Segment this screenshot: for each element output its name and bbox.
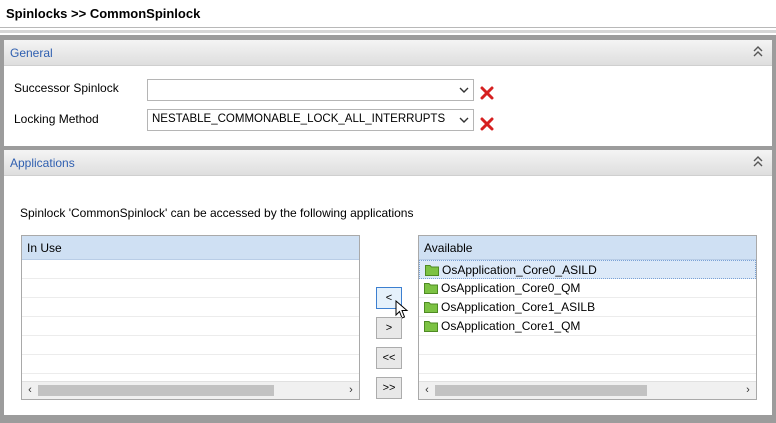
- general-section: General Successor Spinlock Locking Metho…: [4, 40, 772, 146]
- list-item-available[interactable]: OsApplication_Core0_QM: [419, 279, 756, 298]
- folder-icon: [424, 301, 438, 313]
- successor-spinlock-combo[interactable]: [147, 79, 474, 101]
- available-header-label: Available: [424, 241, 473, 255]
- applications-description: Spinlock 'CommonSpinlock' can be accesse…: [20, 206, 414, 220]
- collapse-icon[interactable]: [752, 155, 764, 169]
- list-row[interactable]: [22, 279, 359, 298]
- folder-icon: [425, 264, 439, 276]
- applications-section: Applications Spinlock 'CommonSpinlock' c…: [4, 150, 772, 415]
- scroll-thumb[interactable]: [435, 385, 647, 396]
- locking-method-label: Locking Method: [14, 112, 99, 126]
- list-item-available[interactable]: OsApplication_Core0_ASILD: [419, 260, 756, 279]
- available-horizontal-scrollbar[interactable]: ‹ ›: [419, 381, 756, 399]
- list-row[interactable]: [22, 298, 359, 317]
- list-row[interactable]: [22, 317, 359, 336]
- list-row[interactable]: [419, 355, 756, 374]
- scroll-left-icon[interactable]: ‹: [24, 384, 36, 396]
- list-item-label: OsApplication_Core0_ASILD: [442, 263, 597, 277]
- list-row[interactable]: [22, 260, 359, 279]
- remove-all-button[interactable]: >>: [376, 377, 402, 399]
- available-list[interactable]: Available OsApplication_Core0_ASILD OsAp…: [418, 235, 757, 400]
- title-divider: [0, 27, 776, 28]
- general-section-header[interactable]: General: [4, 40, 772, 66]
- list-item-label: OsApplication_Core1_ASILB: [441, 300, 596, 314]
- chevron-down-icon[interactable]: [458, 83, 470, 97]
- title-divider-shadow: [0, 30, 776, 33]
- list-item-available[interactable]: OsApplication_Core1_ASILB: [419, 298, 756, 317]
- scroll-thumb[interactable]: [38, 385, 274, 396]
- locking-method-combo[interactable]: NESTABLE_COMMONABLE_LOCK_ALL_INTERRUPTS: [147, 109, 474, 131]
- chevron-down-icon[interactable]: [458, 113, 470, 127]
- locking-method-value: NESTABLE_COMMONABLE_LOCK_ALL_INTERRUPTS: [152, 113, 446, 125]
- folder-icon: [424, 320, 438, 332]
- scroll-right-icon[interactable]: ›: [742, 384, 754, 396]
- folder-icon: [424, 282, 438, 294]
- applications-section-title: Applications: [10, 156, 75, 170]
- scroll-left-icon[interactable]: ‹: [421, 384, 433, 396]
- add-all-button[interactable]: <<: [376, 347, 402, 369]
- page-title: Spinlocks >> CommonSpinlock: [6, 6, 201, 21]
- clear-locking-method-icon[interactable]: [480, 117, 494, 131]
- list-row[interactable]: [22, 336, 359, 355]
- scroll-right-icon[interactable]: ›: [345, 384, 357, 396]
- collapse-icon[interactable]: [752, 45, 764, 59]
- list-row[interactable]: [22, 355, 359, 374]
- available-header[interactable]: Available: [419, 236, 756, 260]
- list-item-label: OsApplication_Core0_QM: [441, 281, 581, 295]
- in-use-list[interactable]: In Use ‹ ›: [21, 235, 360, 400]
- list-item-available[interactable]: OsApplication_Core1_QM: [419, 317, 756, 336]
- successor-spinlock-label: Successor Spinlock: [14, 81, 119, 95]
- list-item-label: OsApplication_Core1_QM: [441, 319, 581, 333]
- remove-selected-button[interactable]: >: [376, 317, 402, 339]
- in-use-horizontal-scrollbar[interactable]: ‹ ›: [22, 381, 359, 399]
- general-section-title: General: [10, 46, 53, 60]
- clear-successor-icon[interactable]: [480, 86, 494, 100]
- in-use-header-label: In Use: [27, 241, 62, 255]
- in-use-header[interactable]: In Use: [22, 236, 359, 260]
- list-row[interactable]: [419, 336, 756, 355]
- applications-section-header[interactable]: Applications: [4, 150, 772, 176]
